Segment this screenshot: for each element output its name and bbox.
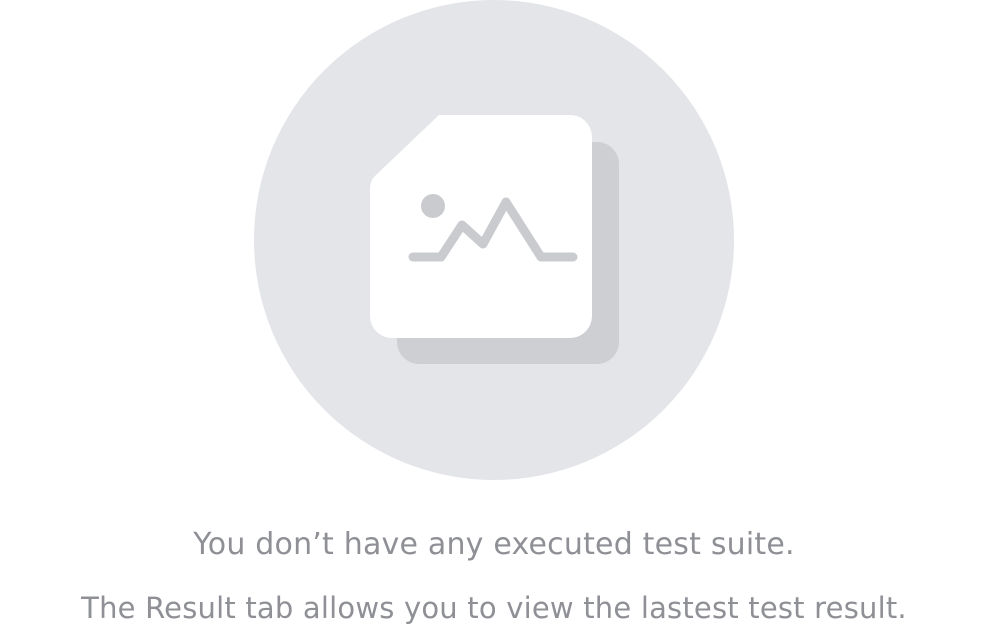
image-sun-icon xyxy=(421,194,445,218)
image-placeholder-icon xyxy=(254,0,734,480)
empty-state: You don’t have any executed test suite. … xyxy=(0,0,988,632)
empty-result-illustration xyxy=(254,0,734,480)
empty-state-title: You don’t have any executed test suite. xyxy=(193,527,795,562)
empty-state-description: The Result tab allows you to view the la… xyxy=(81,591,907,625)
